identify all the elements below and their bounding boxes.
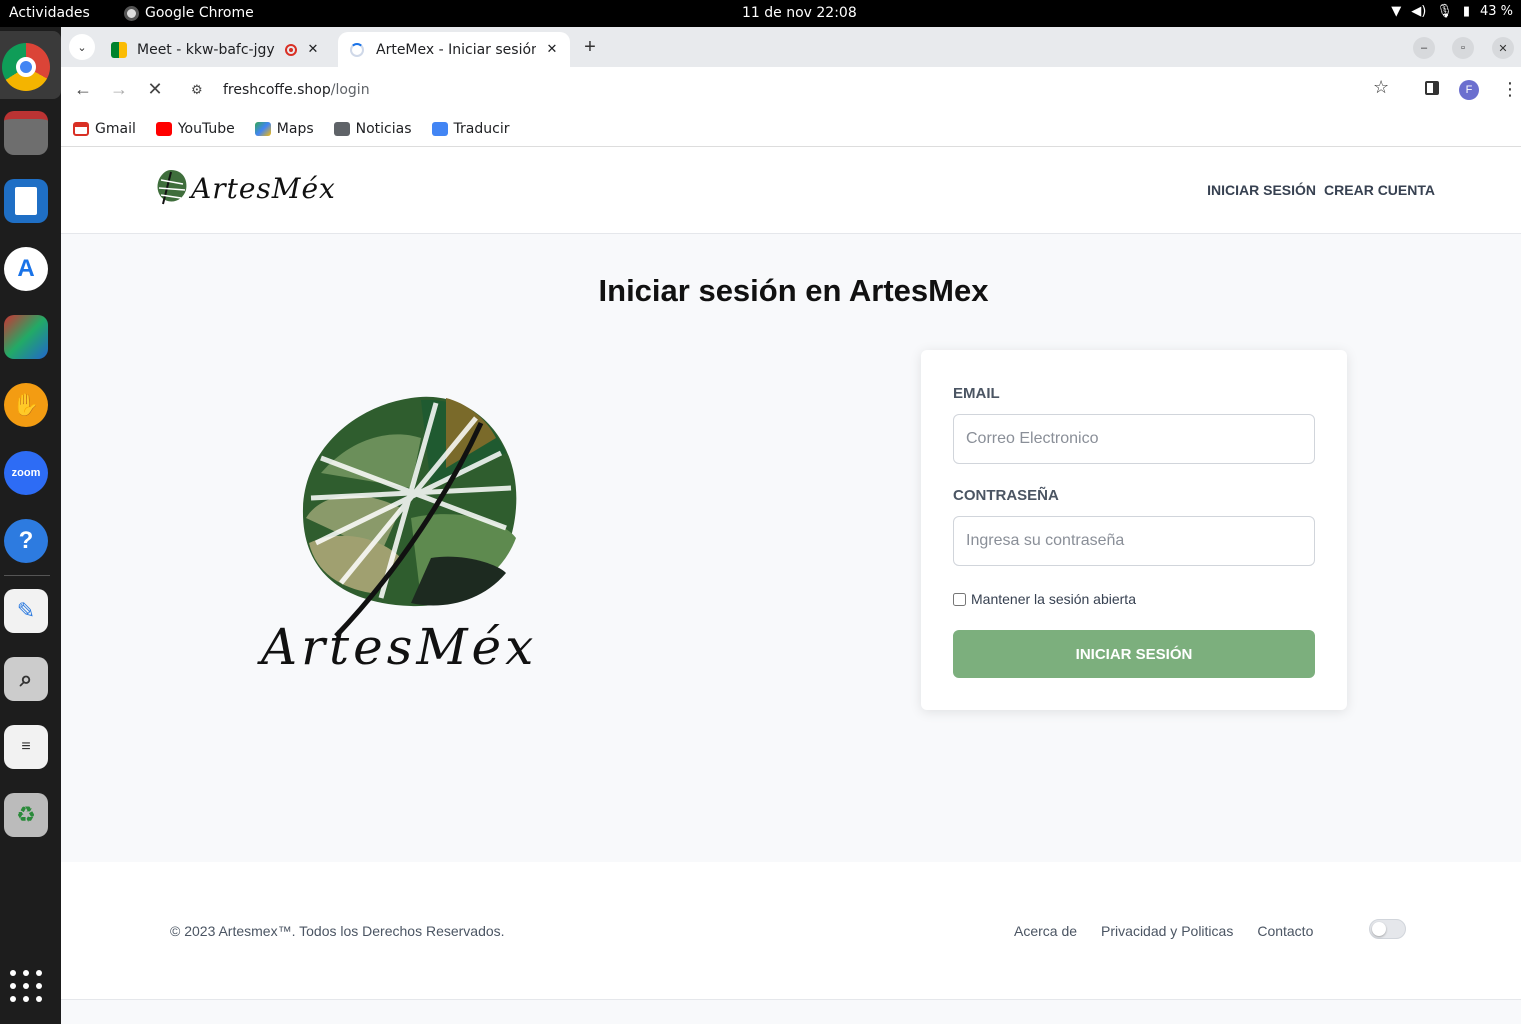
dock: A ✋ zoom ? ✎ ⌕ ≡ ♻ (0, 27, 61, 1024)
remember-checkbox[interactable] (953, 592, 966, 606)
tab-title: Meet - kkw-bafc-jgy (137, 41, 275, 58)
recording-icon (285, 43, 297, 56)
news-icon (333, 122, 350, 136)
site-header: ArtesMéx INICIAR SESIÓN CREAR CUENTA (61, 148, 1521, 234)
image-viewer-icon[interactable]: ⌕ (4, 657, 48, 701)
files-icon[interactable] (4, 111, 48, 155)
bookmark-label: Traducir (453, 121, 510, 137)
hero-brand-text: ArtesMéx (261, 618, 538, 676)
remember-session[interactable]: Mantener la sesión abierta (953, 591, 1136, 607)
text-editor-icon[interactable]: ✎ (4, 589, 48, 633)
system-tray[interactable]: ▼ ◀) 🎙 ▮ 43 % (1391, 4, 1513, 19)
url-host: freshcoffe.shop (223, 82, 331, 98)
meet-icon (111, 41, 127, 58)
email-label: EMAIL (953, 385, 1000, 402)
wifi-icon: ▼ (1391, 4, 1402, 19)
tab-close-icon[interactable]: ✕ (303, 42, 323, 57)
help-icon[interactable]: ? (4, 519, 48, 563)
app-menu-label: Google Chrome (145, 5, 254, 21)
bookmark-label: Gmail (95, 121, 136, 137)
writer-icon[interactable] (4, 179, 48, 223)
chrome-window: ⌄ Meet - kkw-bafc-jgy ✕ ArteMex - Inicia… (61, 27, 1521, 1024)
tab-search-button[interactable]: ⌄ (69, 34, 95, 60)
stop-loading-button[interactable]: ✕ (143, 77, 167, 101)
remember-label: Mantener la sesión abierta (971, 591, 1136, 607)
app-center-icon[interactable]: A (4, 247, 48, 291)
site-info-icon[interactable]: ⚙ (191, 83, 207, 98)
forward-button[interactable]: → (107, 77, 131, 101)
theme-toggle[interactable] (1369, 919, 1406, 939)
battery-icon: ▮ (1462, 4, 1470, 19)
maximize-button[interactable]: ▫ (1452, 37, 1474, 59)
loading-spinner-icon (350, 42, 364, 57)
maps-icon (254, 122, 271, 136)
bookmark-youtube[interactable]: YouTube (155, 121, 235, 137)
web-page: ArtesMéx INICIAR SESIÓN CREAR CUENTA Ini… (61, 148, 1521, 1024)
bookmark-label: YouTube (177, 121, 235, 137)
profile-avatar[interactable]: F (1459, 80, 1479, 100)
app-menu[interactable]: Google Chrome (124, 5, 254, 21)
site-logo-text: ArtesMéx (191, 171, 336, 205)
address-bar[interactable]: ⚙ freshcoffe.shop/login (181, 73, 1461, 107)
site-footer: © 2023 Artesmex™. Todos los Derechos Res… (61, 862, 1521, 1000)
bookmark-traducir[interactable]: Traducir (431, 121, 510, 137)
bookmark-star-icon[interactable]: ☆ (1373, 77, 1389, 98)
virtualbox-icon[interactable] (4, 315, 48, 359)
bookmark-noticias[interactable]: Noticias (333, 121, 412, 137)
volume-icon: ◀) (1411, 4, 1427, 19)
dock-separator (4, 575, 50, 576)
bookmark-label: Noticias (355, 121, 412, 137)
activities-button[interactable]: Actividades (9, 5, 90, 21)
tab-strip: ⌄ Meet - kkw-bafc-jgy ✕ ArteMex - Inicia… (61, 27, 1521, 67)
bookmark-maps[interactable]: Maps (254, 121, 314, 137)
monstera-leaf-icon (157, 170, 187, 205)
password-field[interactable] (953, 516, 1315, 566)
email-field[interactable] (953, 414, 1315, 464)
login-submit-button[interactable]: INICIAR SESIÓN (953, 630, 1315, 678)
footer-link-privacy[interactable]: Privacidad y Politicas (1101, 923, 1233, 939)
page-title: Iniciar sesión en ArtesMex (598, 273, 989, 308)
gmail-icon (73, 122, 89, 136)
nav-register-link[interactable]: CREAR CUENTA (1324, 182, 1435, 198)
close-window-button[interactable]: ✕ (1492, 37, 1514, 59)
nav-login-link[interactable]: INICIAR SESIÓN (1207, 182, 1316, 198)
chrome-icon[interactable] (2, 43, 50, 91)
system-top-bar: Actividades Google Chrome 11 de nov 22:0… (0, 0, 1521, 27)
help-icon-label: ? (18, 527, 34, 554)
clock[interactable]: 11 de nov 22:08 (742, 5, 857, 21)
side-panel-icon[interactable] (1425, 81, 1439, 95)
youtube-icon (155, 122, 172, 136)
login-card: EMAIL CONTRASEÑA Mantener la sesión abie… (921, 350, 1347, 710)
footer-copyright: © 2023 Artesmex™. Todos los Derechos Res… (170, 923, 505, 939)
trash-icon[interactable]: ♻ (4, 793, 48, 837)
microphone-icon: 🎙 (1436, 4, 1453, 19)
footer-link-about[interactable]: Acerca de (1014, 923, 1077, 939)
chrome-small-icon (124, 5, 139, 21)
back-button[interactable]: ← (71, 77, 95, 101)
tab-artesmex[interactable]: ArteMex - Iniciar sesión en ArtesMex ✕ (338, 32, 570, 67)
tab-meet[interactable]: Meet - kkw-bafc-jgy ✕ (101, 32, 331, 67)
footer-link-contact[interactable]: Contacto (1257, 923, 1313, 939)
hand-app-icon[interactable]: ✋ (4, 383, 48, 427)
browser-toolbar: ← → ✕ ⚙ freshcoffe.shop/login ☆ F ⋮ (61, 67, 1521, 112)
document-viewer-icon[interactable]: ≡ (4, 725, 48, 769)
minimize-button[interactable]: – (1413, 37, 1435, 59)
url-path: /login (330, 82, 370, 98)
site-logo[interactable]: ArtesMéx (153, 168, 336, 208)
battery-percent: 43 % (1479, 4, 1513, 19)
bookmarks-bar: Gmail YouTube Maps Noticias Traducir (61, 112, 1521, 147)
footer-links: Acerca de Privacidad y Politicas Contact… (1014, 923, 1313, 939)
bookmark-label: Maps (276, 121, 314, 137)
new-tab-button[interactable]: + (577, 34, 603, 60)
menu-kebab-icon[interactable]: ⋮ (1501, 79, 1519, 100)
site-nav: INICIAR SESIÓN CREAR CUENTA (1207, 182, 1435, 198)
bookmark-gmail[interactable]: Gmail (73, 121, 136, 137)
tab-close-icon[interactable]: ✕ (542, 42, 562, 57)
show-apps-icon[interactable] (10, 970, 42, 1002)
translate-icon (431, 122, 448, 136)
zoom-icon-label: zoom (11, 467, 41, 479)
tab-title: ArteMex - Iniciar sesión en ArtesMex (376, 41, 536, 58)
zoom-icon[interactable]: zoom (4, 451, 48, 495)
password-label: CONTRASEÑA (953, 487, 1059, 504)
